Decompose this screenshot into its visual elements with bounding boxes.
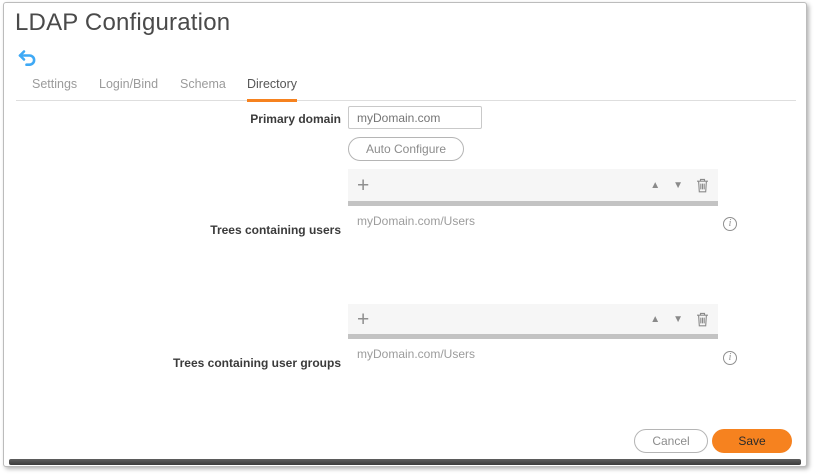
list-item[interactable]: myDomain.com/Users xyxy=(348,339,718,363)
ldap-configuration-window: LDAP Configuration Settings Login/Bind S… xyxy=(3,2,807,467)
move-down-icon[interactable]: ▼ xyxy=(673,314,683,325)
list-item[interactable]: myDomain.com/Users xyxy=(348,206,718,230)
trees-user-groups-label: Trees containing user groups xyxy=(4,356,341,370)
tab-bar-divider xyxy=(16,100,796,101)
info-icon[interactable]: i xyxy=(723,217,737,231)
auto-configure-button[interactable]: Auto Configure xyxy=(348,137,464,161)
save-button[interactable]: Save xyxy=(712,429,792,453)
move-up-icon[interactable]: ▲ xyxy=(650,180,660,191)
trees-user-groups-rows: myDomain.com/Users xyxy=(348,339,718,363)
trees-users-label: Trees containing users xyxy=(4,223,341,237)
trees-users-rows: myDomain.com/Users xyxy=(348,206,718,230)
trees-user-groups-list: + ▲ ▼ myDomain.com/Users xyxy=(348,304,718,363)
info-icon[interactable]: i xyxy=(723,351,737,365)
tab-settings[interactable]: Settings xyxy=(32,77,77,99)
tab-login-bind[interactable]: Login/Bind xyxy=(99,77,158,99)
tab-directory[interactable]: Directory xyxy=(247,77,297,102)
trash-icon[interactable] xyxy=(696,178,709,193)
undo-back-icon xyxy=(16,56,38,73)
trees-users-toolbar: + ▲ ▼ xyxy=(348,169,718,201)
primary-domain-input[interactable] xyxy=(348,106,482,129)
footer-actions: Cancel Save xyxy=(634,429,792,453)
add-icon[interactable]: + xyxy=(357,309,369,330)
cancel-button[interactable]: Cancel xyxy=(634,429,708,453)
trees-users-list: + ▲ ▼ myDomain.com/Users xyxy=(348,169,718,230)
window-bottom-edge xyxy=(9,459,801,465)
trees-user-groups-toolbar: + ▲ ▼ xyxy=(348,304,718,334)
back-button[interactable] xyxy=(16,49,38,69)
page-title: LDAP Configuration xyxy=(15,9,230,37)
move-down-icon[interactable]: ▼ xyxy=(673,180,683,191)
move-up-icon[interactable]: ▲ xyxy=(650,314,660,325)
tab-schema[interactable]: Schema xyxy=(180,77,226,99)
add-icon[interactable]: + xyxy=(357,175,369,196)
primary-domain-label: Primary domain xyxy=(4,112,341,126)
trash-icon[interactable] xyxy=(696,312,709,327)
